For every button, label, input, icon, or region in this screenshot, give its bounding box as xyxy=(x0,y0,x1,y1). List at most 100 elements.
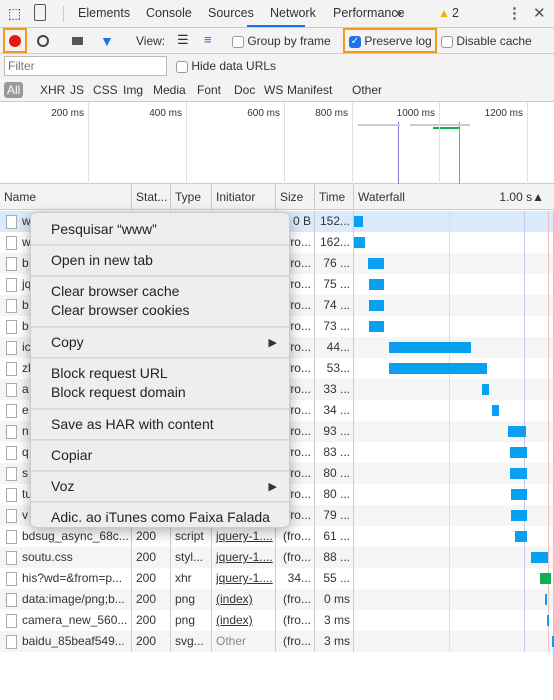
large-rows-icon[interactable]: ☰ xyxy=(177,32,189,48)
column-type[interactable]: Type xyxy=(171,184,212,210)
cell-initiator[interactable]: jquery-1.... xyxy=(212,547,276,568)
type-filter-img[interactable]: Img xyxy=(120,82,146,98)
menu-item-label: Clear browser cache xyxy=(51,283,180,299)
cell-time: 0 ms xyxy=(315,589,354,610)
context-menu-item[interactable]: Voz ▶ xyxy=(31,476,289,500)
column-size[interactable]: Size xyxy=(276,184,315,210)
waterfall-bar xyxy=(510,489,527,500)
waterfall-bar xyxy=(540,573,552,584)
more-tabs-icon[interactable]: » xyxy=(395,6,402,20)
table-row[interactable]: baidu_85beaf549... 200 svg... Other (fro... 3… xyxy=(0,631,554,652)
cell-name: his?wd=&from=p... xyxy=(0,568,132,589)
waterfall-sort[interactable]: 1.00 s▲ xyxy=(499,190,544,204)
overview-gridline xyxy=(186,102,187,184)
menu-item-label: Voz xyxy=(51,478,75,494)
tab-performance[interactable]: Performance xyxy=(333,6,405,20)
column-initiator[interactable]: Initiator xyxy=(212,184,276,210)
device-toolbar-icon[interactable] xyxy=(34,4,46,21)
hide-data-urls-label: Hide data URLs xyxy=(191,59,277,73)
inspect-element-icon[interactable]: ⬚ xyxy=(8,5,21,22)
hide-data-urls-checkbox[interactable]: Hide data URLs xyxy=(176,59,276,73)
cell-time: 88 ... xyxy=(315,547,354,568)
table-row[interactable]: camera_new_560... 200 png (index) (fro... 3 m… xyxy=(0,610,554,631)
close-icon[interactable]: ✕ xyxy=(533,4,546,22)
more-options-icon[interactable]: ⋮ xyxy=(507,4,522,22)
cell-time: 74 ... xyxy=(315,295,354,316)
tab-network[interactable]: Network xyxy=(270,6,316,20)
cell-type: xhr xyxy=(171,568,212,589)
load-line xyxy=(459,122,460,184)
filter-input[interactable] xyxy=(4,56,167,76)
warning-count[interactable]: 2 xyxy=(452,6,459,20)
context-menu-item[interactable]: Clear browser cache Clear browser cookies xyxy=(31,281,289,325)
context-menu-item[interactable]: Pesquisar “www” xyxy=(31,219,289,243)
preserve-log-checkbox[interactable]: ✓ Preserve log xyxy=(349,34,432,48)
group-by-frame-checkbox[interactable]: Group by frame xyxy=(232,34,331,48)
type-filter-manifest[interactable]: Manifest xyxy=(284,82,335,98)
cell-name: data:image/png;b... xyxy=(0,589,132,610)
waterfall-gridline xyxy=(548,211,549,651)
cell-initiator[interactable]: jquery-1.... xyxy=(212,568,276,589)
screenshot-camera-icon[interactable] xyxy=(72,37,83,45)
tab-elements[interactable]: Elements xyxy=(78,6,130,20)
overview-gridline xyxy=(439,102,440,184)
overview-bar xyxy=(410,124,470,126)
devtools-tab-bar: ⬚ Elements Console Sources Network Perfo… xyxy=(0,0,554,28)
cell-name: soutu.css xyxy=(0,547,132,568)
cell-status: 200 xyxy=(132,610,171,631)
waterfall-bar xyxy=(481,384,490,395)
context-menu-item[interactable]: Adic. ao iTunes como Faixa Falada xyxy=(31,507,289,531)
type-filter-all[interactable]: All xyxy=(4,82,24,98)
menu-item-label: Copiar xyxy=(51,447,93,463)
table-row[interactable]: data:image/png;b... 200 png (index) (fro... 0… xyxy=(0,589,554,610)
cell-initiator[interactable]: (index) xyxy=(212,610,276,631)
type-filter-font[interactable]: Font xyxy=(194,82,224,98)
context-menu-item[interactable]: Block request URL Block request domain xyxy=(31,363,289,407)
resource-type-filter: All XHR JS CSS Img Media Font Doc WS Manifest Othe… xyxy=(0,79,554,102)
menu-item-label: Block request domain xyxy=(51,384,186,400)
cell-initiator[interactable]: (index) xyxy=(212,589,276,610)
cell-size: 34... xyxy=(276,568,315,589)
cell-time: 76 ... xyxy=(315,253,354,274)
type-filter-xhr[interactable]: XHR xyxy=(37,82,68,98)
overview-gridline xyxy=(88,102,89,184)
waterfall-gridline xyxy=(449,211,450,651)
waterfall-view-icon[interactable]: ≡ xyxy=(204,32,212,47)
overview-tick-label: 600 ms xyxy=(247,108,280,119)
type-filter-media[interactable]: Media xyxy=(150,82,189,98)
tab-sources[interactable]: Sources xyxy=(208,6,254,20)
waterfall-bar xyxy=(368,300,385,311)
table-row[interactable]: his?wd=&from=p... 200 xhr jquery-1.... 34...… xyxy=(0,568,554,589)
clear-icon[interactable] xyxy=(37,35,49,47)
menu-separator xyxy=(31,470,289,472)
column-status[interactable]: Stat... xyxy=(132,184,171,210)
cell-time: 55 ... xyxy=(315,568,354,589)
column-name[interactable]: Name xyxy=(0,184,132,210)
context-menu-item[interactable]: Copy ▶ xyxy=(31,332,289,356)
record-icon[interactable] xyxy=(9,35,21,47)
type-filter-other[interactable]: Other xyxy=(349,82,385,98)
cell-time: 93 ... xyxy=(315,421,354,442)
context-menu-item[interactable]: Open in new tab xyxy=(31,250,289,274)
tab-console[interactable]: Console xyxy=(146,6,192,20)
warning-icon[interactable]: ▲ xyxy=(438,6,450,20)
menu-item-label: Block request URL xyxy=(51,365,168,381)
filter-icon[interactable]: ▼ xyxy=(100,33,114,49)
disable-cache-checkbox[interactable]: Disable cache xyxy=(441,34,532,48)
waterfall-bar xyxy=(545,594,548,605)
column-time[interactable]: Time xyxy=(315,184,354,210)
cell-initiator[interactable]: Other xyxy=(212,631,276,652)
type-filter-css[interactable]: CSS xyxy=(90,82,121,98)
type-filter-js[interactable]: JS xyxy=(67,82,87,98)
timeline-overview: 200 ms 400 ms 600 ms 800 ms 1000 ms 1200 ms xyxy=(0,102,554,184)
context-menu-item[interactable]: Copiar xyxy=(31,445,289,469)
context-menu-item[interactable]: Save as HAR with content xyxy=(31,414,289,438)
type-filter-ws[interactable]: WS xyxy=(261,82,286,98)
group-by-frame-label: Group by frame xyxy=(247,34,331,48)
menu-item-label: Clear browser cookies xyxy=(51,302,190,318)
context-menu: Pesquisar “www” Open in new tab Clear brow… xyxy=(30,212,290,528)
waterfall-bar xyxy=(368,279,385,290)
type-filter-doc[interactable]: Doc xyxy=(231,82,258,98)
cell-status: 200 xyxy=(132,631,171,652)
table-row[interactable]: soutu.css 200 styl... jquery-1.... (fro... 88… xyxy=(0,547,554,568)
